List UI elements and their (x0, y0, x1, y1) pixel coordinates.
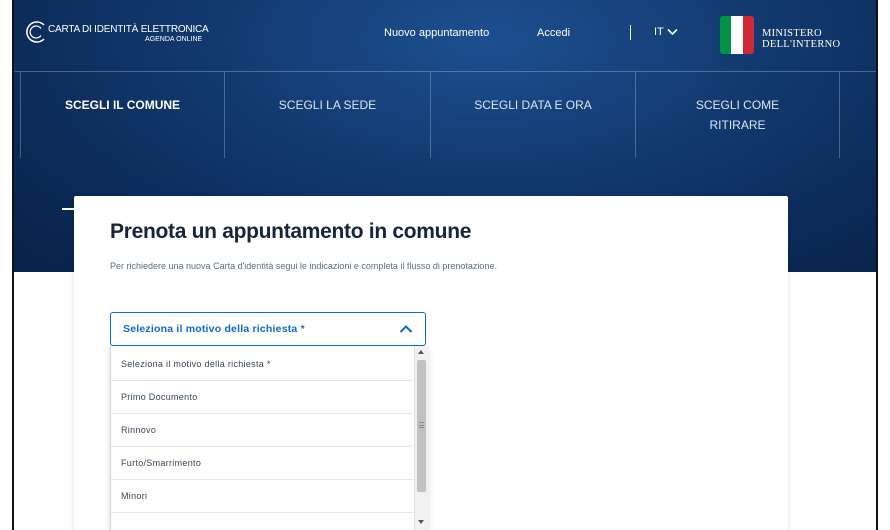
option-renewal[interactable]: Rinnovo (111, 414, 413, 447)
nav-new-appointment-link[interactable]: Nuovo appuntamento (384, 27, 489, 39)
nav-login-link[interactable]: Accedi (537, 27, 570, 39)
cie-logo-icon (26, 21, 45, 43)
browser-viewport: CARTA DI IDENTITÀ ELETTRONICA AGENDA ONL… (12, 0, 878, 530)
option-minors[interactable]: Minori (111, 480, 413, 513)
scroll-up-arrow-icon[interactable] (418, 350, 424, 354)
step-choose-municipality[interactable]: SCEGLI IL COMUNE (20, 72, 224, 158)
italian-flag-icon (720, 16, 754, 54)
scroll-down-arrow-icon[interactable] (418, 520, 424, 524)
ministry-name: MINISTERO DELL'INTERNO (762, 28, 841, 50)
top-header: CARTA DI IDENTITÀ ELETTRONICA AGENDA ONL… (14, 0, 876, 72)
nav-divider (630, 25, 631, 40)
request-reason-dropdown: Seleziona il motivo della richiesta * Pr… (110, 346, 428, 530)
brand-subtitle: AGENDA ONLINE (145, 36, 203, 43)
select-value: Seleziona il motivo della richiesta * (123, 323, 305, 335)
language-label: IT (654, 26, 664, 38)
brand-logo-link[interactable]: CARTA DI IDENTITÀ ELETTRONICA AGENDA ONL… (24, 18, 224, 54)
grip-icon (419, 422, 424, 428)
step-choose-date-time[interactable]: SCEGLI DATA E ORA (430, 72, 635, 158)
chevron-up-icon (399, 325, 413, 333)
scroll-thumb[interactable] (417, 360, 426, 492)
ministry-logo-link[interactable]: MINISTERO DELL'INTERNO (720, 16, 860, 56)
brand-title: CARTA DI IDENTITÀ ELETTRONICA (48, 24, 209, 35)
dropdown-scrollbar[interactable] (414, 346, 428, 530)
page-title: Prenota un appuntamento in comune (110, 220, 472, 243)
step-choose-pickup[interactable]: SCEGLI COME RITIRARE (635, 72, 840, 158)
language-selector[interactable]: IT (654, 26, 678, 38)
step-choose-office[interactable]: SCEGLI LA SEDE (224, 72, 430, 158)
option-placeholder[interactable]: Seleziona il motivo della richiesta * (111, 348, 413, 381)
request-reason-select[interactable]: Seleziona il motivo della richiesta * (110, 312, 426, 346)
chevron-down-icon (667, 28, 678, 36)
booking-steps: SCEGLI IL COMUNE SCEGLI LA SEDE SCEGLI D… (14, 72, 876, 210)
option-first-document[interactable]: Primo Documento (111, 381, 413, 414)
page-description: Per richiedere una nuova Carta d'identit… (110, 261, 497, 271)
option-theft-loss[interactable]: Furto/Smarrimento (111, 447, 413, 480)
